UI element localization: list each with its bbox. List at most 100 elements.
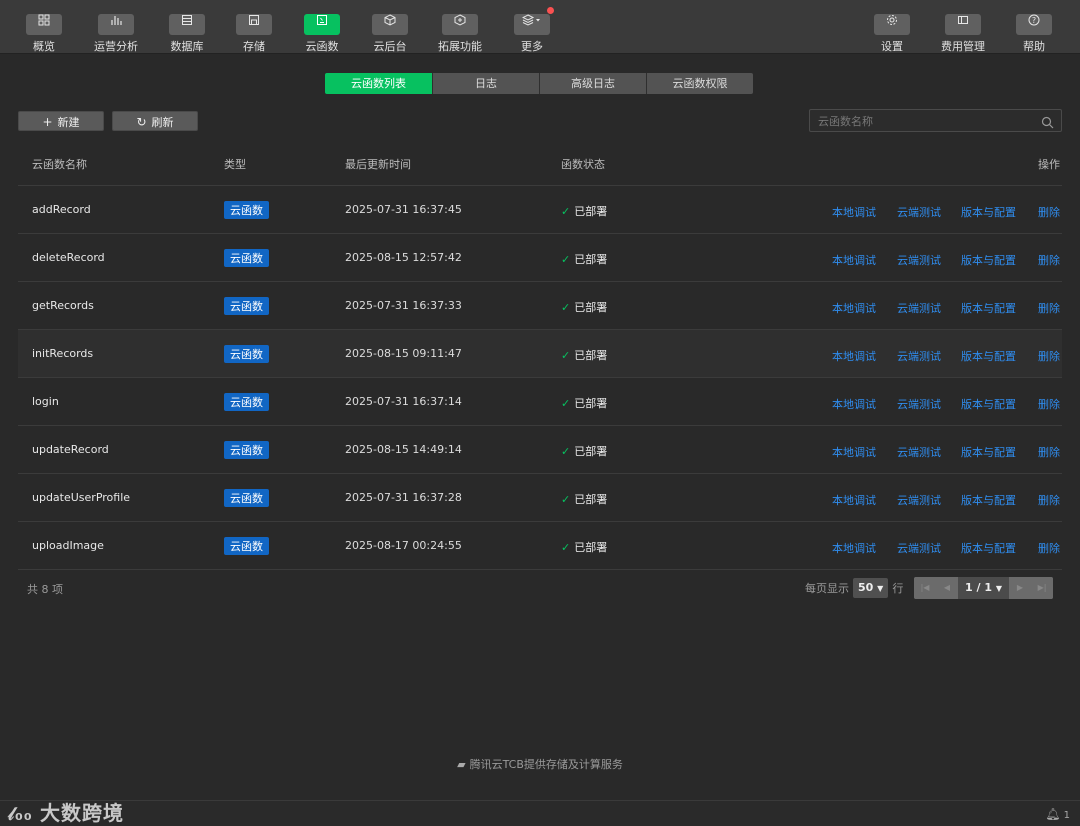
status: ✓ 已部署 xyxy=(561,347,607,363)
function-name[interactable]: updateUserProfile xyxy=(32,491,130,504)
version-config-link[interactable]: 版本与配置 xyxy=(961,396,1016,412)
toolbar-label: 数据库 xyxy=(170,40,204,53)
status-text: 已部署 xyxy=(574,349,608,362)
update-time: 2025-07-31 16:37:28 xyxy=(345,491,462,504)
delete-link[interactable]: 删除 xyxy=(1038,348,1060,364)
local-debug-link[interactable]: 本地调试 xyxy=(832,300,876,316)
delete-link[interactable]: 删除 xyxy=(1038,492,1060,508)
header-ops: 操作 xyxy=(1038,158,1060,171)
header-time: 最后更新时间 xyxy=(345,158,411,171)
toolbar-more[interactable]: 更多 xyxy=(502,7,562,54)
status-text: 已部署 xyxy=(574,397,608,410)
per-page-label: 每页显示 xyxy=(805,582,849,595)
status-text: 已部署 xyxy=(574,301,608,314)
per-page-select[interactable]: 50 ▼ xyxy=(853,578,889,598)
tab-advanced-logs[interactable]: 高级日志 xyxy=(539,73,646,94)
function-name[interactable]: getRecords xyxy=(32,299,94,312)
per-page-control: 每页显示 50 ▼ 行 xyxy=(805,578,903,598)
tab-function-permissions[interactable]: 云函数权限 xyxy=(646,73,753,94)
local-debug-link[interactable]: 本地调试 xyxy=(832,396,876,412)
status-text: 已部署 xyxy=(574,445,608,458)
prev-page-icon[interactable]: ◀ xyxy=(936,577,958,599)
local-debug-link[interactable]: 本地调试 xyxy=(832,252,876,268)
check-icon: ✓ xyxy=(561,253,571,266)
function-name[interactable]: addRecord xyxy=(32,203,91,216)
type-badge: 云函数 xyxy=(224,297,269,315)
per-page-unit: 行 xyxy=(892,582,904,595)
toolbar-database[interactable]: 数据库 xyxy=(157,10,217,54)
notification-dot xyxy=(547,7,554,14)
update-time: 2025-08-17 00:24:55 xyxy=(345,539,462,552)
next-page-icon[interactable]: ▶ xyxy=(1009,577,1031,599)
toolbar-overview[interactable]: 概览 xyxy=(14,10,74,54)
toolbar-cloud-backend[interactable]: 云后台 xyxy=(360,10,420,54)
notification-button[interactable]: 🔔︎ 1 xyxy=(1045,807,1070,821)
version-config-link[interactable]: 版本与配置 xyxy=(961,348,1016,364)
toolbar-analytics[interactable]: 运营分析 xyxy=(86,10,146,54)
version-config-link[interactable]: 版本与配置 xyxy=(961,540,1016,556)
update-time: 2025-08-15 09:11:47 xyxy=(345,347,462,360)
version-config-link[interactable]: 版本与配置 xyxy=(961,300,1016,316)
toolbar-billing[interactable]: 费用管理 xyxy=(933,10,993,54)
toolbar-settings[interactable]: 设置 xyxy=(862,10,922,54)
cloud-test-link[interactable]: 云端测试 xyxy=(897,444,941,460)
check-icon: ✓ xyxy=(561,301,571,314)
first-page-icon[interactable]: |◀ xyxy=(914,577,936,599)
toolbar-help[interactable]: ? 帮助 xyxy=(1004,10,1064,54)
function-name[interactable]: login xyxy=(32,395,59,408)
update-time: 2025-07-31 16:37:33 xyxy=(345,299,462,312)
cloud-test-link[interactable]: 云端测试 xyxy=(897,492,941,508)
table-row: initRecords 云函数 2025-08-15 09:11:47 ✓ 已部署… xyxy=(18,330,1062,378)
local-debug-link[interactable]: 本地调试 xyxy=(832,444,876,460)
toolbar-cloud-function[interactable]: 云函数 xyxy=(292,10,352,54)
refresh-icon: ↻ xyxy=(136,115,147,129)
last-page-icon[interactable]: ▶| xyxy=(1031,577,1053,599)
update-time: 2025-08-15 14:49:14 xyxy=(345,443,462,456)
status-text: 已部署 xyxy=(574,253,608,266)
cloud-test-link[interactable]: 云端测试 xyxy=(897,348,941,364)
delete-link[interactable]: 删除 xyxy=(1038,540,1060,556)
search-icon[interactable] xyxy=(1041,114,1054,133)
tab-logs[interactable]: 日志 xyxy=(432,73,539,94)
status: ✓ 已部署 xyxy=(561,443,607,459)
cloud-test-link[interactable]: 云端测试 xyxy=(897,396,941,412)
version-config-link[interactable]: 版本与配置 xyxy=(961,204,1016,220)
refresh-button[interactable]: ↻ 刷新 xyxy=(112,111,198,131)
cloud-test-link[interactable]: 云端测试 xyxy=(897,540,941,556)
function-name[interactable]: deleteRecord xyxy=(32,251,105,264)
search-input[interactable] xyxy=(818,112,1038,130)
version-config-link[interactable]: 版本与配置 xyxy=(961,492,1016,508)
delete-link[interactable]: 删除 xyxy=(1038,204,1060,220)
type-badge: 云函数 xyxy=(224,249,269,267)
local-debug-link[interactable]: 本地调试 xyxy=(832,540,876,556)
function-name[interactable]: uploadImage xyxy=(32,539,104,552)
local-debug-link[interactable]: 本地调试 xyxy=(832,348,876,364)
cloud-test-link[interactable]: 云端测试 xyxy=(897,252,941,268)
new-button[interactable]: + 新建 xyxy=(18,111,104,131)
tab-function-list[interactable]: 云函数列表 xyxy=(325,73,432,94)
local-debug-link[interactable]: 本地调试 xyxy=(832,492,876,508)
version-config-link[interactable]: 版本与配置 xyxy=(961,252,1016,268)
delete-link[interactable]: 删除 xyxy=(1038,252,1060,268)
status: ✓ 已部署 xyxy=(561,395,607,411)
toolbar-storage[interactable]: 存储 xyxy=(224,10,284,54)
status-text: 已部署 xyxy=(574,541,608,554)
local-debug-link[interactable]: 本地调试 xyxy=(832,204,876,220)
delete-link[interactable]: 删除 xyxy=(1038,300,1060,316)
delete-link[interactable]: 删除 xyxy=(1038,396,1060,412)
delete-link[interactable]: 删除 xyxy=(1038,444,1060,460)
toolbar-label: 帮助 xyxy=(1023,40,1045,53)
page-select[interactable]: 1 / 1 ▼ xyxy=(958,577,1009,599)
cloud-test-link[interactable]: 云端测试 xyxy=(897,300,941,316)
toolbar-label: 概览 xyxy=(33,40,55,53)
credit-text: 腾讯云TCB提供存储及计算服务 xyxy=(469,758,623,771)
status-bar: 𝓁₀₀ 大数跨境 🔔︎ 1 xyxy=(0,800,1080,826)
toolbar-extensions[interactable]: 拓展功能 xyxy=(430,10,490,54)
function-name[interactable]: initRecords xyxy=(32,347,93,360)
version-config-link[interactable]: 版本与配置 xyxy=(961,444,1016,460)
per-page-value: 50 xyxy=(858,581,874,594)
function-name[interactable]: updateRecord xyxy=(32,443,109,456)
cloud-test-link[interactable]: 云端测试 xyxy=(897,204,941,220)
status-text: 已部署 xyxy=(574,205,608,218)
type-badge: 云函数 xyxy=(224,441,269,459)
